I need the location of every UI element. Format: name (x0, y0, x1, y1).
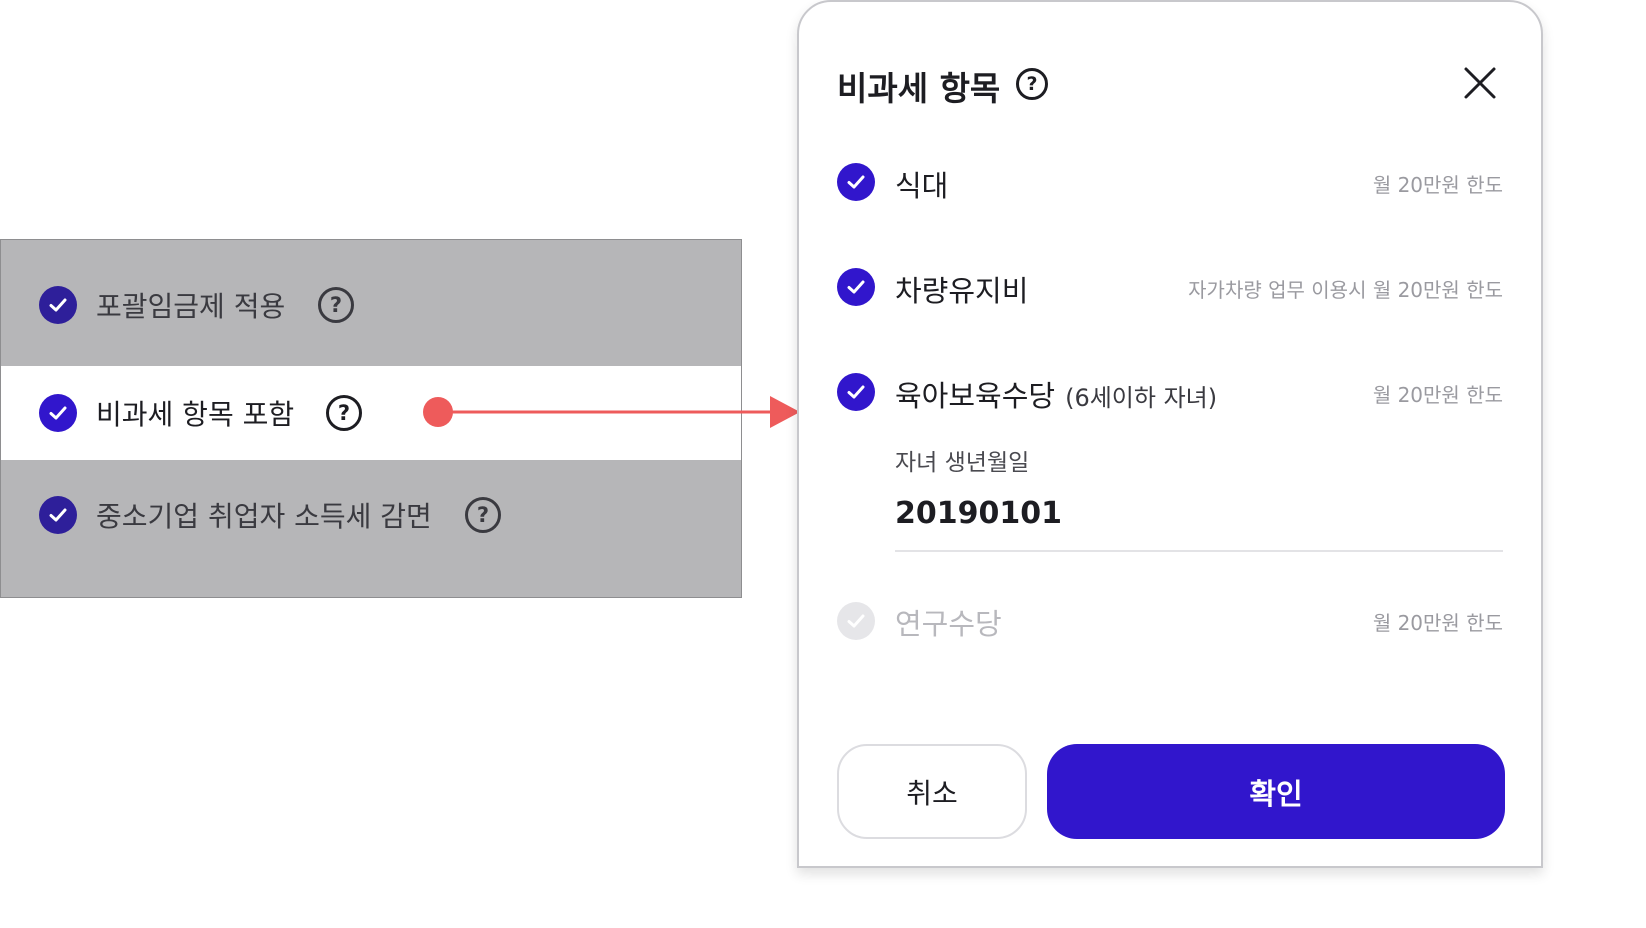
setting-label: 포괄임금제 적용 (96, 290, 286, 323)
confirm-button[interactable]: 확인 (1047, 744, 1505, 839)
modal-title: 비과세 항목 (837, 69, 1001, 108)
check-icon[interactable] (39, 496, 77, 534)
setting-row-inclusive-wage[interactable]: 포괄임금제 적용 ? (1, 257, 741, 353)
check-icon[interactable] (39, 286, 77, 324)
arrow-icon (423, 396, 800, 428)
check-icon[interactable] (837, 373, 875, 411)
help-icon[interactable]: ? (1016, 68, 1048, 100)
item-limit: 월 20만원 한도 (1372, 173, 1503, 197)
help-icon[interactable]: ? (318, 287, 354, 323)
birthdate-field[interactable]: 20190101 (895, 496, 1503, 552)
check-icon[interactable] (837, 268, 875, 306)
item-limit: 자가차량 업무 이용시 월 20만원 한도 (1188, 278, 1503, 302)
nontaxable-items-modal: 비과세 항목 ? 식대 월 20만원 한도 차량유지비 자가차량 업무 이용시 … (797, 0, 1543, 868)
close-icon[interactable] (1463, 66, 1497, 100)
check-icon (837, 602, 875, 640)
setting-label: 비과세 항목 포함 (96, 398, 295, 431)
check-icon[interactable] (837, 163, 875, 201)
item-limit: 월 20만원 한도 (1372, 383, 1503, 407)
item-label-childcare: 육아보육수당 (6세이하 자녀) (895, 373, 1217, 415)
help-icon[interactable]: ? (465, 497, 501, 533)
setting-row-sme-tax-reduction[interactable]: 중소기업 취업자 소득세 감면 ? (1, 467, 741, 563)
item-sublabel: (6세이하 자녀) (1065, 384, 1218, 412)
item-label-text: 육아보육수당 (895, 379, 1056, 413)
item-label-research: 연구수당 (895, 607, 1002, 641)
item-label-meal: 식대 (895, 169, 949, 203)
birthdate-label: 자녀 생년월일 (895, 450, 1030, 476)
cancel-button[interactable]: 취소 (837, 744, 1027, 839)
help-icon[interactable]: ? (326, 395, 362, 431)
item-label-vehicle: 차량유지비 (895, 274, 1029, 308)
check-icon[interactable] (39, 394, 77, 432)
item-limit: 월 20만원 한도 (1372, 611, 1503, 635)
setting-label: 중소기업 취업자 소득세 감면 (96, 500, 432, 533)
